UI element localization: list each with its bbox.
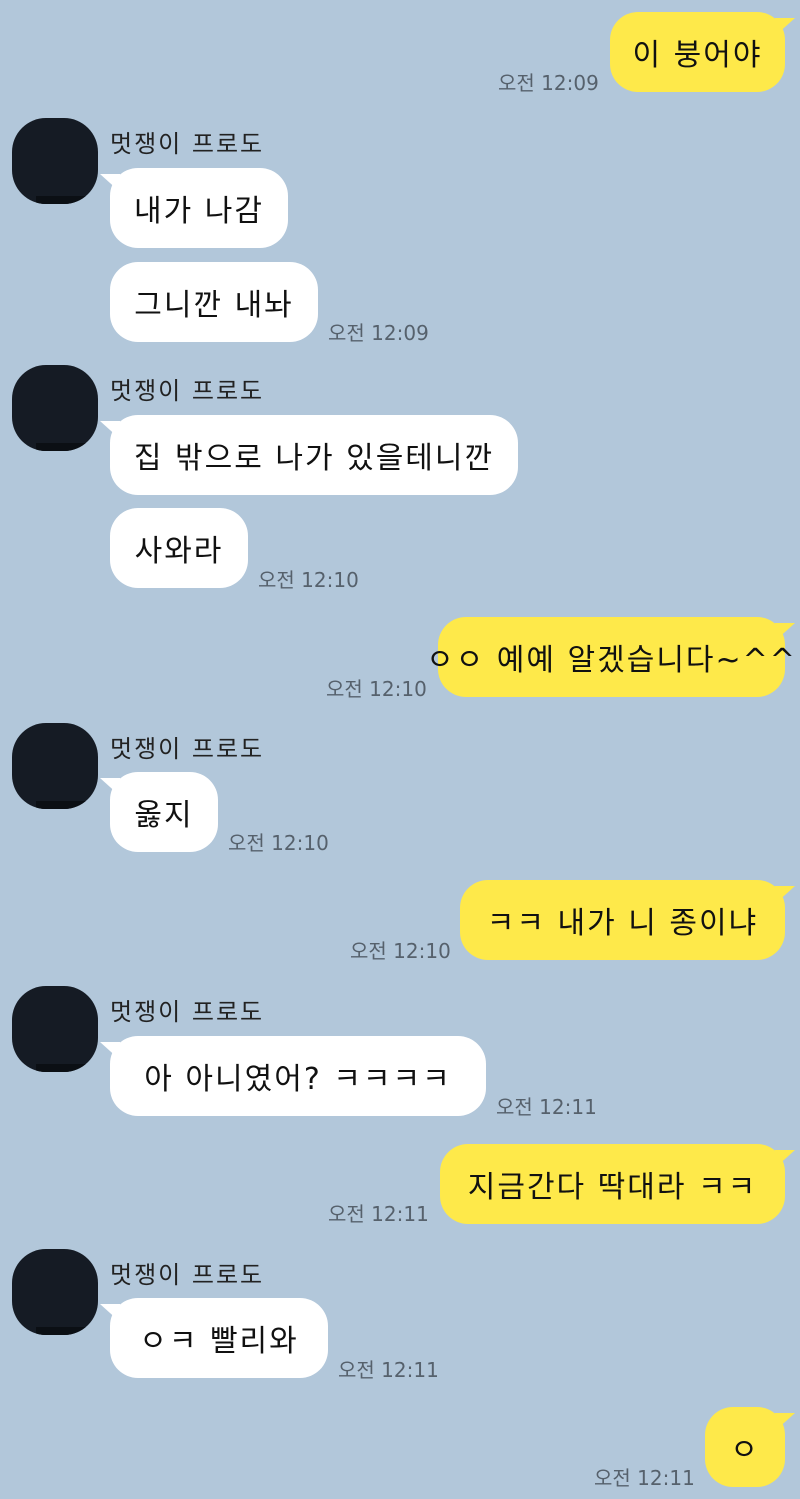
message-timestamp: 오전 12:10: [326, 677, 427, 701]
message-text: ㅇㅇ 예예 알겠습니다~^^: [426, 643, 797, 678]
incoming-message-bubble[interactable]: 내가 나감: [100, 168, 288, 248]
message-text: 이 붕어야: [632, 38, 763, 73]
sender-name: 멋쟁이 프로도: [110, 130, 265, 158]
message-text: ㅋㅋ 내가 니 종이냐: [486, 906, 759, 941]
message-timestamp: 오전 12:11: [496, 1095, 597, 1119]
sender-name: 멋쟁이 프로도: [110, 998, 265, 1026]
incoming-message-bubble[interactable]: 옳지: [100, 772, 218, 852]
message-text: 내가 나감: [134, 194, 264, 229]
outgoing-message-bubble[interactable]: ㅋㅋ 내가 니 종이냐: [460, 880, 795, 960]
avatar[interactable]: [12, 723, 98, 809]
message-text: 그니깐 내놔: [134, 288, 294, 323]
avatar[interactable]: [12, 986, 98, 1072]
message-text: 집 밖으로 나가 있을테니깐: [133, 441, 495, 476]
sender-name: 멋쟁이 프로도: [110, 735, 265, 763]
message-timestamp: 오전 12:11: [338, 1358, 439, 1382]
avatar[interactable]: [12, 1249, 98, 1335]
message-timestamp: 오전 12:11: [594, 1466, 695, 1490]
outgoing-message-bubble[interactable]: 지금간다 딱대라 ㅋㅋ: [440, 1144, 795, 1224]
message-text: 아 아니였어? ㅋㅋㅋㅋ: [144, 1062, 452, 1097]
incoming-message-bubble[interactable]: ㅇㅋ 빨리와: [100, 1298, 328, 1378]
incoming-message-bubble[interactable]: 그니깐 내놔: [110, 262, 318, 342]
message-text: 사와라: [134, 534, 224, 569]
avatar[interactable]: [12, 118, 98, 204]
outgoing-message-bubble[interactable]: 이 붕어야: [610, 12, 795, 92]
message-text: 지금간다 딱대라 ㅋㅋ: [467, 1170, 758, 1205]
sender-name: 멋쟁이 프로도: [110, 1261, 265, 1289]
message-text: 옳지: [134, 798, 194, 833]
outgoing-message-bubble[interactable]: ㅇ: [705, 1407, 795, 1487]
message-timestamp: 오전 12:10: [350, 939, 451, 963]
incoming-message-bubble[interactable]: 집 밖으로 나가 있을테니깐: [100, 415, 518, 495]
incoming-message-bubble[interactable]: 아 아니였어? ㅋㅋㅋㅋ: [100, 1036, 486, 1116]
message-timestamp: 오전 12:10: [228, 831, 329, 855]
outgoing-message-bubble[interactable]: ㅇㅇ 예예 알겠습니다~^^: [426, 617, 795, 697]
message-timestamp: 오전 12:11: [328, 1202, 429, 1226]
sender-name: 멋쟁이 프로도: [110, 377, 265, 405]
message-text: ㅇㅋ 빨리와: [139, 1324, 299, 1359]
message-text: ㅇ: [730, 1433, 760, 1468]
message-timestamp: 오전 12:09: [328, 321, 429, 345]
incoming-message-bubble[interactable]: 사와라: [110, 508, 248, 588]
avatar[interactable]: [12, 365, 98, 451]
message-timestamp: 오전 12:10: [258, 568, 359, 592]
message-timestamp: 오전 12:09: [498, 71, 599, 95]
